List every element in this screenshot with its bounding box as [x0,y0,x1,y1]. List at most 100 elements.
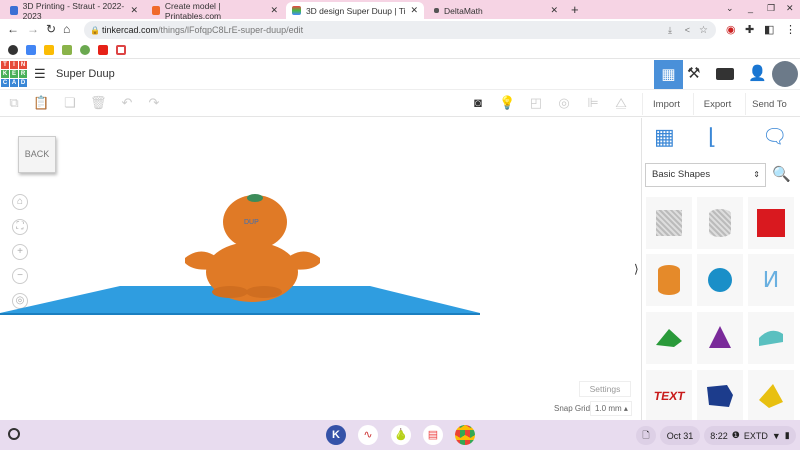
puzzle-icon[interactable]: ✚ [745,23,754,36]
tab-tinkercad[interactable]: 3D design Super Duup | Tinkercad ✕ [286,2,424,19]
url-input[interactable]: 🔒 tinkercad.com/things/lFofqpC8LrE-super-… [84,21,716,39]
tab-deltamath[interactable]: DeltaMath ✕ [428,2,564,19]
3d-viewport[interactable]: BACK ⌂ ⛶ + − ◎ DUP Settings Snap Grid 1.… [0,118,641,420]
grammarly-icon[interactable] [80,44,90,55]
share-icon[interactable]: < [685,25,690,35]
bookmark-icon[interactable] [8,44,18,55]
tab-search-icon[interactable]: ⌄ [726,3,734,14]
notes-icon[interactable]: ◙ [470,95,486,111]
reload-icon[interactable]: ↻ [46,22,56,36]
shapes-category-select[interactable]: Basic Shapes ⇕ [645,163,766,187]
docs-icon[interactable] [26,44,36,55]
extension-icon[interactable]: ◉ [726,23,736,36]
paste-icon[interactable]: 📋 [33,95,49,111]
launcher-icon[interactable] [8,428,20,440]
mirror-icon[interactable]: ⧋ [613,95,629,111]
restore-icon[interactable]: ❐ [767,3,775,14]
shape-cylinder-hole[interactable] [697,197,743,249]
shape-polygon[interactable] [697,370,743,422]
copy-icon[interactable]: ⧉ [6,95,22,111]
logo-letter: R [19,70,27,78]
shape-sphere[interactable] [697,254,743,306]
logo-letter: D [19,79,27,87]
import-button[interactable]: Import [642,93,690,115]
align-icon[interactable]: ⊫ [585,95,601,111]
shapes-category-value: Basic Shapes [652,169,711,180]
workplane-icon[interactable]: ▦ [654,124,675,150]
install-icon[interactable]: ⤓ [668,25,672,36]
avatar[interactable] [772,61,798,87]
date-display[interactable]: Oct 31 [660,426,700,445]
kami-icon[interactable]: K [326,425,346,445]
snap-grid-select[interactable]: 1.0 mm ▴ [590,401,632,416]
classroom-icon [10,6,18,15]
tab-title: Create model | Printables.com [164,0,222,21]
shape-text[interactable]: TEXT [646,370,692,422]
close-tab-icon[interactable]: ✕ [270,5,278,16]
design-title[interactable]: Super Duup [56,68,115,80]
app-icon[interactable]: ▤ [423,425,443,445]
tab-straut[interactable]: 3D Printing - Straut - 2022-2023 ✕ [4,0,144,21]
forward-icon[interactable]: → [27,22,39,36]
bricks-icon[interactable] [716,68,734,80]
gmail-icon[interactable] [116,44,126,55]
home-icon[interactable]: ⌂ [63,22,70,36]
new-tab-button[interactable]: + [571,2,579,17]
light-bulb-icon[interactable]: 💡 [499,95,515,111]
bookmarks-bar [0,41,800,58]
shape-box-red[interactable] [748,197,794,249]
shape-round-roof[interactable] [748,312,794,364]
redo-icon[interactable]: ↷ [146,95,162,111]
3d-view-button[interactable]: ▦ [654,60,683,89]
snap-grid-label: Snap Grid [554,404,591,413]
search-icon[interactable]: 🔍 [772,165,791,183]
close-tab-icon[interactable]: ✕ [410,5,418,16]
shape-pyramid[interactable] [748,370,794,422]
settings-button[interactable]: Settings [579,381,631,397]
design-menu-icon[interactable]: ☰ [34,66,46,82]
shapes-panel: ▦ ⌊ 🗨 Basic Shapes ⇕ 🔍 ⵍ TEXT [641,118,800,422]
svg-text:DUP: DUP [244,219,259,226]
pickaxe-icon[interactable]: ⚒ [687,64,700,82]
holding-space-icon[interactable]: 🗋 [636,426,656,445]
shape-scribble[interactable]: ⵍ [748,254,794,306]
chrome-icon[interactable] [455,425,475,445]
youtube-icon[interactable] [98,44,108,55]
notes-icon[interactable]: 🗨 [762,124,787,149]
duplicate-icon[interactable]: ❏ [62,95,78,111]
shape-cylinder[interactable] [646,254,692,306]
add-user-icon[interactable]: 👤 [748,64,767,82]
menu-icon[interactable]: ⋮ [785,23,796,36]
back-icon[interactable]: ← [7,22,19,36]
export-button[interactable]: Export [693,93,741,115]
close-tab-icon[interactable]: ✕ [130,5,138,16]
deltamath-icon [434,8,439,13]
notification-icon: ❶ [731,430,740,440]
pumpkin-model[interactable]: DUP [185,194,320,302]
ruler-icon[interactable]: ⌊ [708,124,717,150]
collapse-panel-icon[interactable]: ⟩ [634,262,639,276]
tab-title: DeltaMath [444,5,483,16]
classroom-icon[interactable] [62,44,72,55]
shape-cone[interactable] [697,312,743,364]
app-icon[interactable]: ∿ [358,425,378,445]
display-mode: EXTD [743,430,768,441]
status-area[interactable]: 8:22 ❶ EXTD ▼ ▮ [704,426,796,445]
shape-box[interactable] [646,197,692,249]
tinkercad-logo[interactable]: TIN KER CAD [1,61,27,87]
side-panel-icon[interactable]: ◧ [764,23,774,36]
tab-printables[interactable]: Create model | Printables.com ✕ [146,0,284,21]
close-tab-icon[interactable]: ✕ [550,5,558,16]
group-icon[interactable]: ◰ [528,95,544,111]
pear-deck-icon[interactable]: 🍐 [391,425,411,445]
send-to-button[interactable]: Send To [745,93,793,115]
tab-title: 3D Printing - Straut - 2022-2023 [22,0,125,21]
slides-icon[interactable] [44,44,54,55]
delete-icon[interactable]: 🗑 [90,95,107,111]
shape-roof[interactable] [646,312,692,364]
undo-icon[interactable]: ↶ [119,95,135,111]
close-window-icon[interactable]: ✕ [786,3,794,14]
minimize-icon[interactable]: _ [748,3,753,13]
ungroup-icon[interactable]: ◎ [556,95,572,111]
bookmark-star-icon[interactable]: ☆ [699,25,708,36]
